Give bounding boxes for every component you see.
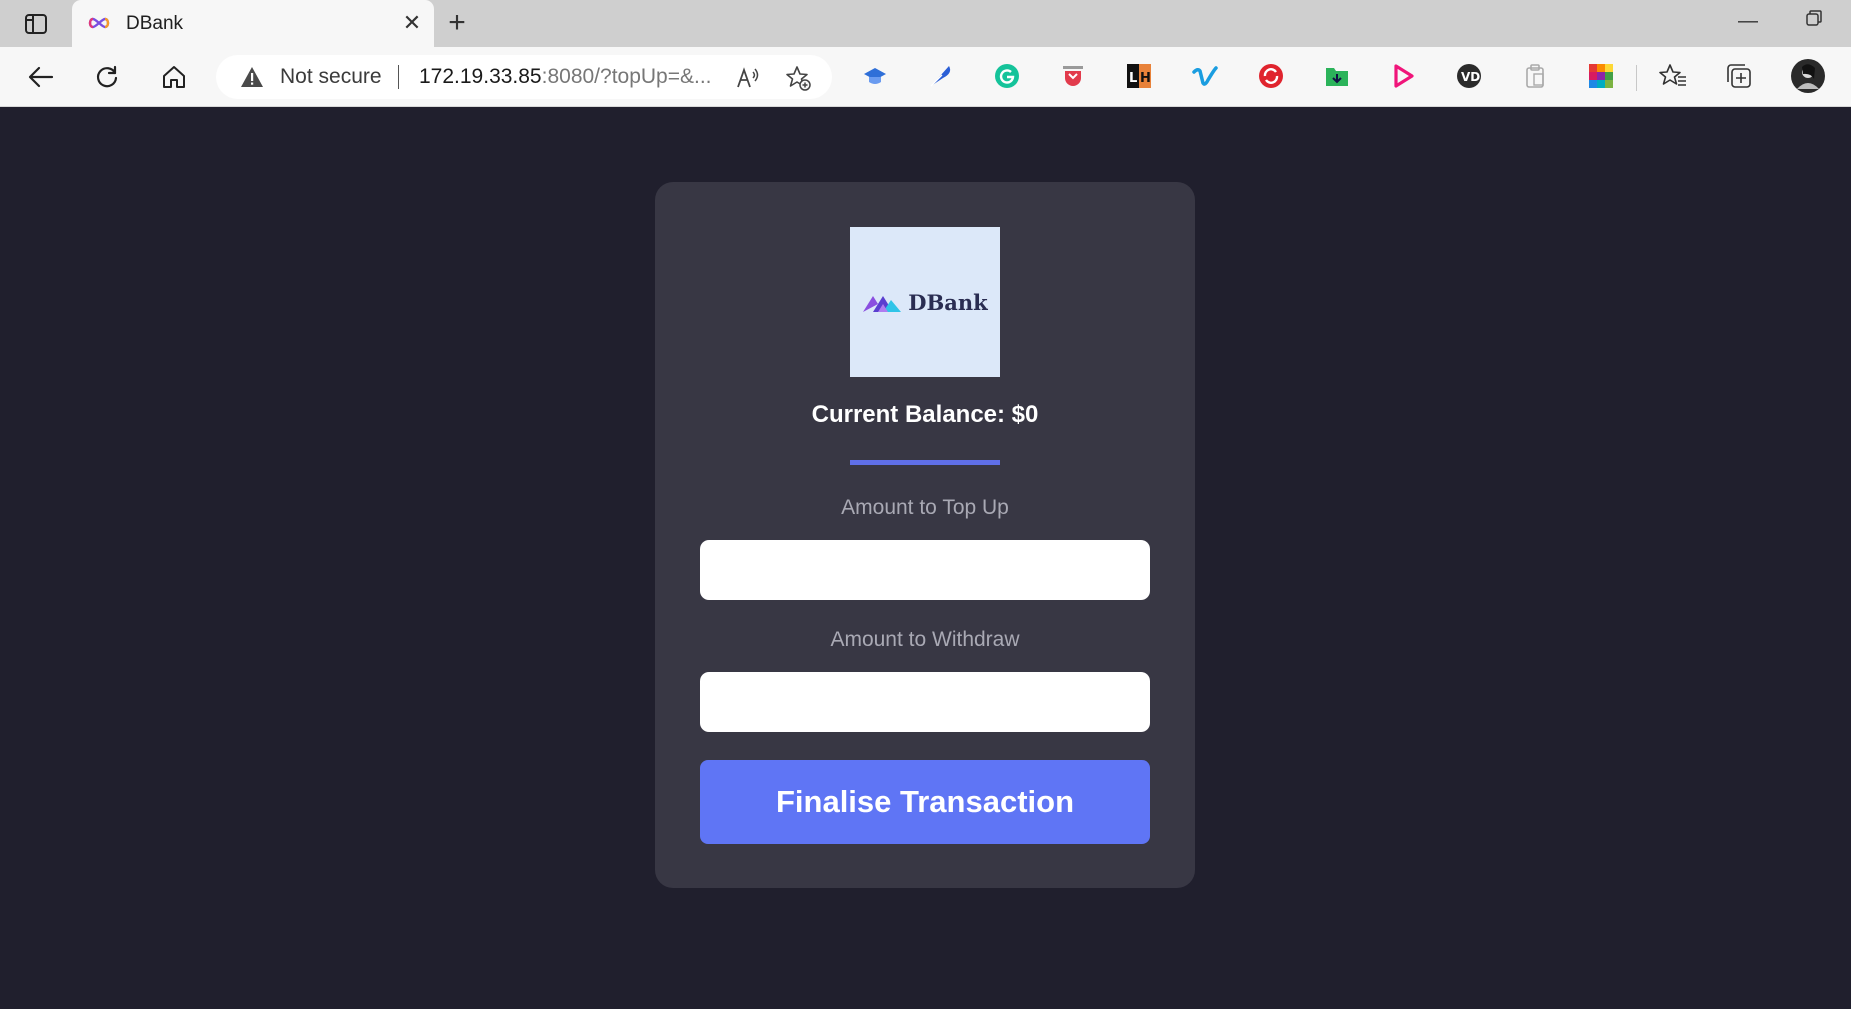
browser-titlebar: DBank ✕ + — bbox=[0, 0, 1851, 47]
clipboard-icon[interactable] bbox=[1520, 61, 1550, 91]
lh-icon[interactable]: LH bbox=[1124, 61, 1154, 91]
logo-text: DBank bbox=[908, 289, 988, 315]
vpn-icon[interactable]: VD bbox=[1454, 61, 1484, 91]
lastpass-icon[interactable] bbox=[1256, 61, 1286, 91]
url-host: 172.19.33.85 bbox=[419, 65, 542, 88]
tab-title: DBank bbox=[126, 13, 184, 34]
toolbar-divider bbox=[1636, 65, 1637, 91]
svg-text:L: L bbox=[1129, 71, 1137, 86]
add-favorite-icon[interactable] bbox=[784, 64, 812, 92]
infinity-icon bbox=[86, 14, 112, 32]
topup-input[interactable] bbox=[700, 540, 1150, 600]
quill-icon[interactable] bbox=[926, 61, 956, 91]
page-content: DBank Current Balance: $0 Amount to Top … bbox=[0, 107, 1851, 1009]
new-tab-icon[interactable]: + bbox=[442, 8, 472, 39]
address-bar[interactable]: Not secure 172.19.33.85:8080/?topUp=&... bbox=[216, 55, 832, 99]
close-tab-icon[interactable]: ✕ bbox=[400, 11, 424, 35]
withdraw-label: Amount to Withdraw bbox=[830, 628, 1020, 651]
browser-toolbar: Not secure 172.19.33.85:8080/?topUp=&...… bbox=[0, 47, 1851, 107]
withdraw-input[interactable] bbox=[700, 672, 1150, 732]
finalise-transaction-button[interactable]: Finalise Transaction bbox=[700, 760, 1150, 844]
url-text[interactable]: 172.19.33.85:8080/?topUp=&... bbox=[419, 65, 712, 89]
dbank-logo: DBank bbox=[850, 227, 1000, 377]
collections-icon[interactable] bbox=[1724, 61, 1754, 91]
avatar[interactable] bbox=[1791, 59, 1825, 93]
restore-window-icon[interactable] bbox=[1796, 10, 1832, 38]
minimize-icon[interactable]: — bbox=[1730, 10, 1766, 38]
back-icon[interactable] bbox=[25, 61, 57, 93]
address-divider bbox=[398, 65, 399, 89]
favorites-icon[interactable] bbox=[1658, 61, 1688, 91]
refresh-icon[interactable] bbox=[91, 61, 123, 93]
play-icon[interactable] bbox=[1388, 61, 1418, 91]
tab-dbank[interactable]: DBank ✕ bbox=[72, 0, 434, 47]
current-balance: Current Balance: $0 bbox=[811, 401, 1039, 428]
warning-icon[interactable] bbox=[240, 66, 264, 93]
svg-text:VD: VD bbox=[1461, 70, 1480, 84]
security-status[interactable]: Not secure bbox=[280, 65, 382, 89]
tab-actions-icon[interactable] bbox=[20, 12, 52, 36]
pocket-icon[interactable] bbox=[1058, 61, 1088, 91]
graduation-cap-icon[interactable] bbox=[860, 61, 890, 91]
bank-card: DBank Current Balance: $0 Amount to Top … bbox=[655, 182, 1195, 888]
download-folder-icon[interactable] bbox=[1322, 61, 1352, 91]
dbank-mark-icon bbox=[863, 296, 902, 312]
svg-text:H: H bbox=[1140, 71, 1151, 86]
home-icon[interactable] bbox=[158, 61, 190, 93]
accent-divider bbox=[850, 460, 1000, 465]
grammarly-icon[interactable] bbox=[992, 61, 1022, 91]
color-grid-icon[interactable] bbox=[1586, 61, 1616, 91]
topup-label: Amount to Top Up bbox=[841, 496, 1009, 519]
read-aloud-icon[interactable] bbox=[734, 64, 762, 92]
vimeo-icon[interactable] bbox=[1190, 61, 1220, 91]
url-path: :8080/?topUp=&... bbox=[541, 65, 712, 88]
